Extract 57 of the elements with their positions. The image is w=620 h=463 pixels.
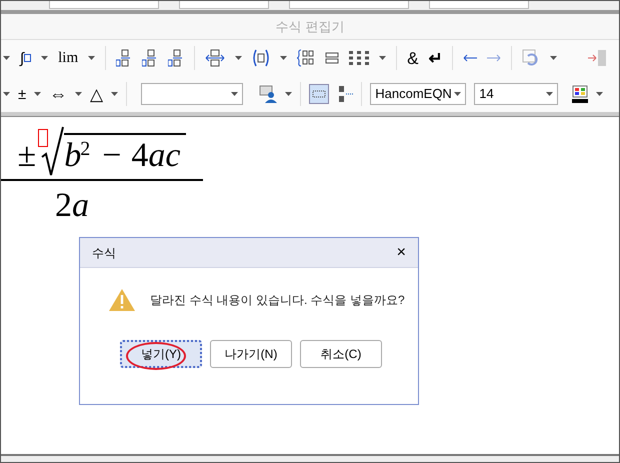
dialog-title: 수식 [92, 244, 116, 262]
denominator: 2a [55, 189, 89, 223]
fraction-icon[interactable] [142, 49, 158, 67]
slot-icon [24, 54, 32, 62]
fraction-icon[interactable] [116, 49, 132, 67]
block-layout-icon[interactable] [337, 84, 354, 104]
dialog-button[interactable]: 취소(C) [300, 340, 382, 368]
fraction-icon[interactable] [168, 49, 184, 67]
caret-icon[interactable] [546, 92, 554, 96]
stack-arrows-icon[interactable] [205, 49, 226, 67]
size-combo-box[interactable]: 14 [474, 83, 558, 105]
plus-minus-button[interactable]: ± [18, 86, 26, 102]
font-name: HancomEQN [375, 85, 452, 104]
caret-icon[interactable] [75, 92, 82, 96]
caret-icon[interactable] [41, 56, 48, 60]
caret-icon[interactable] [3, 56, 10, 60]
caret-icon[interactable] [280, 56, 288, 60]
cases-icon[interactable] [297, 49, 316, 67]
enter-button[interactable]: ↵ [428, 50, 442, 66]
matrix-icon[interactable] [349, 51, 370, 65]
caret-icon[interactable] [34, 92, 42, 96]
warning-icon [108, 288, 136, 312]
person-icon[interactable] [259, 85, 278, 103]
toolbar-field[interactable] [179, 1, 269, 9]
font-size: 14 [479, 85, 494, 104]
caret-icon[interactable] [285, 92, 292, 96]
left-arrow-icon[interactable] [463, 54, 478, 62]
caret-icon[interactable] [88, 56, 96, 60]
rows-icon[interactable] [325, 52, 340, 64]
close-button[interactable]: × [396, 244, 406, 260]
toolbar-field[interactable] [289, 1, 409, 9]
limit-button[interactable]: lim [58, 50, 78, 66]
ampersand-button[interactable]: & [407, 50, 418, 66]
dialog-button[interactable]: 넣기(Y) [120, 340, 202, 368]
font-combo-box[interactable]: HancomEQN [370, 83, 466, 105]
dialog-message: 달라진 수식 내용이 있습니다. 수식을 넣을까요? [150, 292, 405, 309]
radical-sign-icon [40, 125, 64, 177]
caret-icon [231, 92, 238, 96]
dialog-button[interactable]: 나가기(N) [210, 340, 292, 368]
caret-icon[interactable] [235, 56, 242, 60]
empty-slot[interactable] [38, 129, 48, 147]
caret-icon[interactable] [550, 56, 558, 60]
inline-layout-icon[interactable] [309, 84, 330, 104]
caret-icon[interactable] [379, 56, 386, 60]
double-arrow-button[interactable]: ⇔ [49, 85, 68, 103]
caret-icon[interactable] [454, 92, 462, 96]
parentheses-icon[interactable] [252, 49, 270, 67]
color-palette-icon[interactable] [572, 85, 588, 103]
toolbar-field[interactable] [49, 1, 159, 9]
exit-door-icon[interactable] [587, 49, 608, 67]
caret-icon[interactable] [3, 92, 10, 96]
caret-icon[interactable] [596, 92, 604, 96]
toolbar-field[interactable] [429, 1, 529, 9]
editor-title: 수식 편집기 [276, 18, 344, 36]
triangle-button[interactable]: △ [90, 86, 104, 102]
plus-minus-sign: ± [18, 139, 36, 176]
caret-icon[interactable] [111, 92, 118, 96]
